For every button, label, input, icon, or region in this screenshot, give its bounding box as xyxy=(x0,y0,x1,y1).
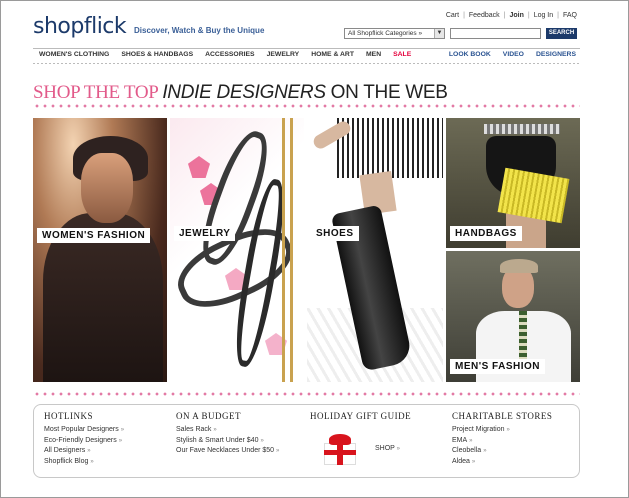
list-item[interactable]: Aldea» xyxy=(452,457,552,468)
separator: | xyxy=(503,12,506,19)
charity-title: CHARITABLE STORES xyxy=(452,411,553,421)
search-button[interactable]: SEARCH xyxy=(546,28,577,39)
list-item[interactable]: Eco-Friendly Designers» xyxy=(44,436,124,447)
list-item[interactable]: Cleobella» xyxy=(452,446,552,457)
nav-top-rule xyxy=(33,48,580,49)
list-item[interactable]: Project Migration» xyxy=(452,425,552,436)
nav-bottom-rule xyxy=(33,63,580,64)
top-links: Cart | Feedback | Join | Log In | FAQ xyxy=(446,12,577,19)
list-item[interactable]: Shopflick Blog» xyxy=(44,457,124,468)
category-select[interactable]: All Shopflick Categories » ▼ xyxy=(344,28,445,39)
headline-part-2: INDIE DESIGNERS xyxy=(162,82,326,103)
budget-title: ON A BUDGET xyxy=(176,411,242,421)
gift-box-icon[interactable] xyxy=(320,433,360,465)
striped-skirt-image xyxy=(337,118,443,178)
list-item[interactable]: Stylish & Smart Under $40» xyxy=(176,436,279,447)
nav-look-book[interactable]: LOOK BOOK xyxy=(449,51,491,58)
tile-shoes[interactable]: SHOES xyxy=(307,118,443,382)
tile-label-womens-fashion[interactable]: WOMEN'S FASHION xyxy=(37,228,151,243)
pink-gem-image xyxy=(188,156,210,178)
tile-jewelry[interactable]: JEWELRY xyxy=(170,118,304,382)
tagline: Discover, Watch & Buy the Unique xyxy=(134,26,265,35)
gift-guide-column: HOLIDAY GIFT GUIDE xyxy=(310,411,411,425)
gift-guide-shop-link[interactable]: SHOP » xyxy=(375,445,400,452)
nav-womens-clothing[interactable]: WOMEN'S CLOTHING xyxy=(39,51,109,58)
page-headline: SHOP THE TOP INDIE DESIGNERS ON THE WEB xyxy=(33,82,448,104)
join-link[interactable]: Join xyxy=(509,12,523,19)
main-nav: WOMEN'S CLOTHING SHOES & HANDBAGS ACCESS… xyxy=(33,50,580,62)
search-input[interactable] xyxy=(450,28,541,39)
nav-sale[interactable]: SALE xyxy=(393,51,411,58)
login-link[interactable]: Log In xyxy=(534,12,553,19)
dotted-divider-bottom xyxy=(33,392,580,396)
separator: | xyxy=(557,12,559,19)
dotted-divider-top xyxy=(33,104,580,108)
belt-image xyxy=(484,124,560,134)
category-select-value: All Shopflick Categories » xyxy=(348,30,423,37)
cart-link[interactable]: Cart xyxy=(446,12,459,19)
feedback-link[interactable]: Feedback xyxy=(469,12,500,19)
headline-part-1: SHOP THE TOP xyxy=(33,82,163,103)
hotlinks-title: HOTLINKS xyxy=(44,411,93,421)
gold-chain-image xyxy=(290,118,293,382)
tile-handbags[interactable]: HANDBAGS xyxy=(446,118,580,248)
separator: | xyxy=(463,12,465,19)
tile-label-jewelry[interactable]: JEWELRY xyxy=(174,226,236,241)
nav-video[interactable]: VIDEO xyxy=(503,51,524,58)
list-item[interactable]: Our Fave Necklaces Under $50» xyxy=(176,446,279,457)
nav-men[interactable]: MEN xyxy=(366,51,381,58)
tile-label-shoes[interactable]: SHOES xyxy=(311,226,359,241)
tile-label-handbags[interactable]: HANDBAGS xyxy=(450,226,522,241)
tile-mens-fashion[interactable]: MEN'S FASHION xyxy=(446,251,580,382)
separator: | xyxy=(527,12,530,19)
faq-link[interactable]: FAQ xyxy=(563,12,577,19)
budget-column: ON A BUDGET Sales Rack» Stylish & Smart … xyxy=(176,411,279,457)
nav-accessories[interactable]: ACCESSORIES xyxy=(205,51,254,58)
charity-column: CHARITABLE STORES Project Migration» EMA… xyxy=(452,411,552,467)
list-item[interactable]: Most Popular Designers» xyxy=(44,425,124,436)
hotlinks-column: HOTLINKS Most Popular Designers» Eco-Fri… xyxy=(44,411,124,467)
nav-designers[interactable]: DESIGNERS xyxy=(536,51,576,58)
list-item[interactable]: EMA» xyxy=(452,436,552,447)
list-item[interactable]: Sales Rack» xyxy=(176,425,279,436)
headline-part-3: ON THE WEB xyxy=(325,82,448,103)
nav-shoes-handbags[interactable]: SHOES & HANDBAGS xyxy=(121,51,193,58)
gift-guide-title: HOLIDAY GIFT GUIDE xyxy=(310,411,412,421)
list-item[interactable]: All Designers» xyxy=(44,446,124,457)
tile-label-mens-fashion[interactable]: MEN'S FASHION xyxy=(450,359,545,374)
cap-image xyxy=(500,259,538,273)
chevron-down-icon[interactable]: ▼ xyxy=(434,29,444,38)
nav-jewelry[interactable]: JEWELRY xyxy=(267,51,300,58)
gold-chain-image xyxy=(282,118,285,382)
tile-womens-fashion[interactable]: WOMEN'S FASHION xyxy=(33,118,167,382)
shopflick-logo[interactable]: shopflick xyxy=(33,14,127,39)
nav-home-art[interactable]: HOME & ART xyxy=(311,51,354,58)
footer-links-box: HOTLINKS Most Popular Designers» Eco-Fri… xyxy=(33,404,580,478)
model-face-image xyxy=(81,153,133,223)
